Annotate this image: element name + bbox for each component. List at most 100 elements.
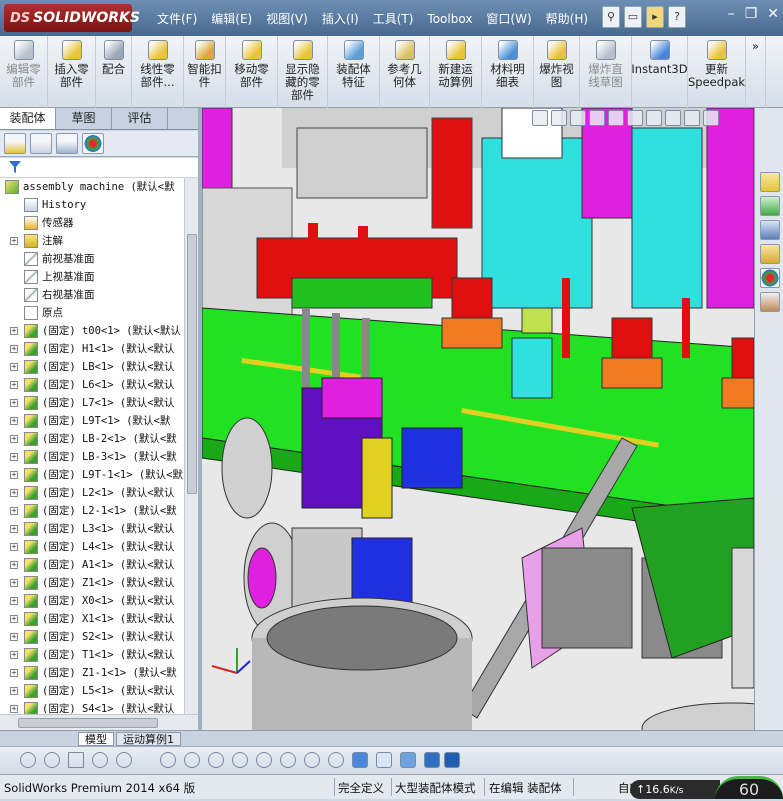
tab-model[interactable]: 模型 <box>78 732 114 746</box>
tree-item[interactable]: 原点 <box>0 304 184 322</box>
tree-item[interactable]: + (固定) L3<1> (默认<默认 <box>0 520 184 538</box>
tree-horizontal-scrollbar[interactable] <box>0 714 198 730</box>
scene-icon[interactable] <box>684 110 700 126</box>
menu-insert[interactable]: 插入(I) <box>315 9 366 29</box>
view-settings-icon[interactable] <box>703 110 719 126</box>
tree-item[interactable]: + (固定) X0<1> (默认<默认 <box>0 592 184 610</box>
3d-view-icon[interactable] <box>400 752 416 768</box>
configuration-manager-icon[interactable] <box>56 133 78 154</box>
expand-toggle-icon[interactable]: + <box>10 507 18 515</box>
feature-manager-icon[interactable] <box>4 133 26 154</box>
filter-icon[interactable] <box>8 160 22 174</box>
previous-view-icon[interactable] <box>570 110 586 126</box>
command-instant3d[interactable]: Instant3D <box>631 36 688 108</box>
tab-assembly[interactable]: 装配体 <box>0 108 56 129</box>
expand-toggle-icon[interactable]: + <box>10 669 18 677</box>
expand-toggle-icon[interactable]: + <box>10 525 18 533</box>
tree-item[interactable]: + (固定) L2<1> (默认<默认 <box>0 484 184 502</box>
graphics-area[interactable] <box>202 108 754 730</box>
tree-item[interactable]: + (固定) A1<1> (默认<默认 <box>0 556 184 574</box>
expand-toggle-icon[interactable]: + <box>10 417 18 425</box>
tree-filter[interactable] <box>0 158 198 178</box>
tree-item[interactable]: + (固定) LB-3<1> (默认<默 <box>0 448 184 466</box>
tree-item[interactable]: 右视基准面 <box>0 286 184 304</box>
tree-item[interactable]: + (固定) t00<1> (默认<默认 <box>0 322 184 340</box>
expand-toggle-icon[interactable]: + <box>10 633 18 641</box>
close-icon[interactable]: ✕ <box>767 6 779 22</box>
menu-view[interactable]: 视图(V) <box>259 9 315 29</box>
tree-item[interactable]: + (固定) S2<1> (默认<默认 <box>0 628 184 646</box>
tree-item[interactable]: + (固定) L9T-1<1> (默认<默 <box>0 466 184 484</box>
command-insert-component[interactable]: 插入零 部件 <box>48 36 96 108</box>
tree-item[interactable]: + (固定) LB-2<1> (默认<默 <box>0 430 184 448</box>
tree-item[interactable]: + (固定) X1<1> (默认<默认 <box>0 610 184 628</box>
expand-toggle-icon[interactable]: + <box>10 489 18 497</box>
menu-file[interactable]: 文件(F) <box>150 9 204 29</box>
tree-item[interactable]: 传感器 <box>0 214 184 232</box>
tree-item[interactable]: + (固定) S4<1> (默认<默认 <box>0 700 184 714</box>
pan-icon[interactable] <box>376 752 392 768</box>
expand-toggle-icon[interactable]: + <box>10 237 18 245</box>
command-show-hidden[interactable]: 显示隐 藏的零 部件 <box>278 36 328 108</box>
zoom-area-icon[interactable] <box>551 110 567 126</box>
tree-item[interactable]: + (固定) T1<1> (默认<默认 <box>0 646 184 664</box>
tree-item[interactable]: + (固定) L5<1> (默认<默认 <box>0 682 184 700</box>
status-mode[interactable]: 大型装配体模式 <box>395 780 476 796</box>
expand-toggle-icon[interactable]: + <box>10 597 18 605</box>
command-speedpak[interactable]: 更新 Speedpak <box>688 36 746 108</box>
tree-item[interactable]: 上视基准面 <box>0 268 184 286</box>
expand-toggle-icon[interactable]: + <box>10 561 18 569</box>
resources-icon[interactable] <box>760 196 780 216</box>
tree-item[interactable]: + 注解 <box>0 232 184 250</box>
expand-toggle-icon[interactable]: + <box>10 435 18 443</box>
tab-motion-study[interactable]: 运动算例1 <box>116 732 181 746</box>
pin-icon[interactable]: ⚲ <box>602 6 620 28</box>
menu-toolbox[interactable]: Toolbox <box>420 9 479 29</box>
minimize-icon[interactable]: – <box>728 6 735 22</box>
open-folder-icon[interactable]: ▸ <box>646 6 664 28</box>
solidworks-logo[interactable]: DS SOLIDWORKS <box>4 4 140 32</box>
menu-edit[interactable]: 编辑(E) <box>204 9 259 29</box>
menu-tools[interactable]: 工具(T) <box>366 9 421 29</box>
command-motion-study[interactable]: 新建运 动算例 <box>430 36 482 108</box>
pointer-icon[interactable] <box>20 752 36 768</box>
command-mate[interactable]: 配合 <box>96 36 132 108</box>
display-style-icon[interactable] <box>627 110 643 126</box>
line-icon[interactable] <box>160 752 176 768</box>
tree-item[interactable]: + (固定) H1<1> (默认<默认 <box>0 340 184 358</box>
edit-appearance-icon[interactable] <box>665 110 681 126</box>
expand-toggle-icon[interactable]: + <box>10 705 18 713</box>
display-manager-icon[interactable] <box>82 133 104 154</box>
restore-icon[interactable]: ❐ <box>745 6 758 22</box>
hide-show-icon[interactable] <box>646 110 662 126</box>
command-reference-geometry[interactable]: 参考几 何体 <box>380 36 430 108</box>
file-explorer-icon[interactable] <box>760 244 780 264</box>
home-icon[interactable] <box>760 172 780 192</box>
expand-toggle-icon[interactable]: + <box>10 651 18 659</box>
command-smart-fastener[interactable]: 智能扣 件 <box>184 36 226 108</box>
view-orientation-icon[interactable] <box>608 110 624 126</box>
tree-item[interactable]: + (固定) L7<1> (默认<默认 <box>0 394 184 412</box>
expand-toggle-icon[interactable]: + <box>10 327 18 335</box>
arc-icon[interactable] <box>92 752 108 768</box>
offset-icon[interactable] <box>232 752 248 768</box>
command-move-component[interactable]: 移动零 部件 <box>226 36 278 108</box>
scroll-thumb[interactable] <box>187 234 197 494</box>
menu-help[interactable]: 帮助(H) <box>539 9 595 29</box>
tab-evaluate[interactable]: 评估 <box>112 108 168 129</box>
shaded-icon[interactable] <box>424 752 440 768</box>
expand-toggle-icon[interactable]: + <box>10 363 18 371</box>
expand-toggle-icon[interactable]: + <box>10 687 18 695</box>
mirror-icon[interactable] <box>208 752 224 768</box>
tree-item[interactable]: 前视基准面 <box>0 250 184 268</box>
zoom-to-fit-icon[interactable] <box>532 110 548 126</box>
solid-cube-icon[interactable] <box>444 752 460 768</box>
help-icon[interactable]: ? <box>668 6 686 28</box>
dimension-icon[interactable] <box>280 752 296 768</box>
appearances-icon[interactable] <box>760 268 780 288</box>
tree-item[interactable]: + (固定) L9T<1> (默认<默 <box>0 412 184 430</box>
new-document-icon[interactable]: ▭ <box>624 6 642 28</box>
point-icon[interactable] <box>116 752 132 768</box>
command-exploded-view[interactable]: 爆炸视 图 <box>534 36 580 108</box>
expand-toggle-icon[interactable]: + <box>10 381 18 389</box>
